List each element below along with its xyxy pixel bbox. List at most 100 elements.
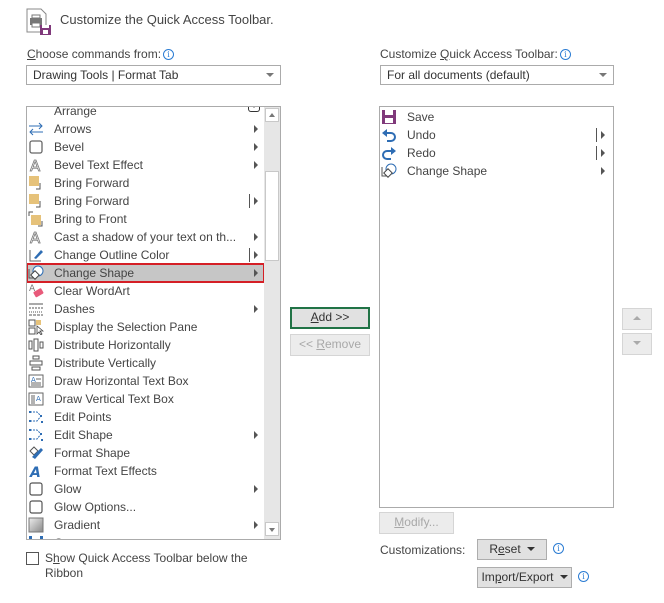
- change-shape-icon: [28, 265, 44, 281]
- save-icon: [381, 109, 397, 125]
- vertical-text-box-icon: A: [28, 391, 44, 407]
- import-export-button[interactable]: Import/Export: [477, 567, 572, 588]
- command-item[interactable]: Gradient: [27, 516, 264, 534]
- add-button-label: Add >>: [310, 310, 350, 324]
- command-item[interactable]: A Draw Vertical Text Box: [27, 390, 264, 408]
- command-item-label: Bevel: [54, 140, 85, 154]
- submenu-arrow-icon[interactable]: [254, 521, 258, 529]
- bring-to-front-icon: [28, 211, 44, 227]
- command-item[interactable]: Bevel: [27, 138, 264, 156]
- scroll-down-button[interactable]: [265, 522, 279, 536]
- command-item[interactable]: Bring to Front: [27, 210, 264, 228]
- command-item-label: Display the Selection Pane: [54, 320, 198, 334]
- submenu-arrow-icon[interactable]: [254, 143, 258, 151]
- command-item-label: Draw Vertical Text Box: [54, 392, 174, 406]
- split-divider: [249, 194, 250, 208]
- glow-options-icon: [28, 499, 44, 515]
- edit-points-icon: [28, 409, 44, 425]
- modify-button[interactable]: Modify...: [379, 512, 454, 534]
- move-up-button[interactable]: [622, 308, 652, 330]
- command-item[interactable]: Change Shape: [27, 263, 265, 283]
- submenu-arrow-icon[interactable]: [254, 485, 258, 493]
- triangle-up-icon: [269, 113, 275, 117]
- dropdown-glyph-icon[interactable]: [248, 107, 260, 112]
- command-item[interactable]: Edit Shape: [27, 426, 264, 444]
- toolbar-item[interactable]: Undo: [380, 126, 613, 144]
- submenu-arrow-icon[interactable]: [254, 269, 258, 277]
- command-item-label: Glow: [54, 482, 82, 496]
- reset-button[interactable]: Reset: [477, 539, 547, 560]
- svg-text:A: A: [30, 229, 41, 245]
- command-item-label: Cast a shadow of your text on th...: [54, 230, 237, 244]
- remove-button[interactable]: << Remove: [290, 334, 370, 356]
- command-item[interactable]: Arrange: [27, 107, 264, 120]
- command-item[interactable]: Change Outline Color: [27, 246, 264, 264]
- split-divider: [596, 146, 597, 160]
- outline-color-icon: [28, 247, 44, 263]
- command-item[interactable]: Bring Forward: [27, 192, 264, 210]
- command-item[interactable]: A Cast a shadow of your text on th...: [27, 228, 264, 247]
- command-item-label: Bevel Text Effect: [54, 158, 143, 172]
- command-item[interactable]: Glow: [27, 480, 264, 498]
- show-below-ribbon-label[interactable]: Show Quick Access Toolbar below the Ribb…: [45, 551, 265, 581]
- command-item[interactable]: Distribute Vertically: [27, 354, 264, 372]
- command-item-label: Format Shape: [54, 446, 131, 460]
- submenu-arrow-icon[interactable]: [254, 251, 258, 259]
- command-item[interactable]: Distribute Horizontally: [27, 336, 264, 354]
- toolbar-item[interactable]: Redo: [380, 144, 613, 162]
- edit-shape-icon: [28, 427, 44, 443]
- commands-list-scrollbar[interactable]: [264, 107, 280, 539]
- command-item-label: Draw Horizontal Text Box: [54, 374, 189, 388]
- submenu-arrow-icon[interactable]: [254, 233, 258, 241]
- command-item[interactable]: Edit Points: [27, 408, 264, 426]
- toolbar-item[interactable]: Save: [380, 108, 613, 126]
- submenu-arrow-icon[interactable]: [254, 125, 258, 133]
- arrows-icon: [28, 121, 44, 137]
- show-below-ribbon-checkbox[interactable]: [26, 552, 39, 565]
- command-item-label: Arrows: [54, 122, 92, 136]
- toolbar-item-label: Redo: [407, 146, 436, 160]
- scroll-up-button[interactable]: [265, 108, 279, 122]
- command-item[interactable]: Dashes: [27, 300, 264, 318]
- submenu-arrow-icon[interactable]: [254, 197, 258, 205]
- info-icon[interactable]: i: [553, 543, 564, 554]
- toolbar-item-label: Save: [407, 110, 435, 124]
- command-item[interactable]: Gr...: [27, 534, 264, 539]
- submenu-arrow-icon[interactable]: [254, 161, 258, 169]
- move-down-button[interactable]: [622, 333, 652, 355]
- submenu-arrow-icon[interactable]: [254, 305, 258, 313]
- customize-qat-icon: [26, 8, 54, 36]
- bring-forward-icon: [28, 193, 44, 209]
- command-item[interactable]: Arrows: [27, 120, 264, 138]
- command-item[interactable]: A Format Text Effects: [27, 462, 264, 481]
- command-item[interactable]: A Bevel Text Effect: [27, 156, 264, 175]
- submenu-arrow-icon[interactable]: [601, 149, 605, 157]
- toolbar-items-list[interactable]: Save Undo Redo Change Shape: [379, 106, 614, 508]
- choose-commands-dropdown[interactable]: Drawing Tools | Format Tab: [26, 65, 281, 85]
- eraser-icon: A: [28, 283, 44, 299]
- command-item[interactable]: A Draw Horizontal Text Box: [27, 372, 264, 390]
- add-button[interactable]: Add >>: [290, 307, 370, 329]
- dialog-title: Customize the Quick Access Toolbar.: [60, 12, 274, 27]
- info-icon[interactable]: i: [578, 571, 589, 582]
- command-item[interactable]: Bring Forward: [27, 174, 264, 192]
- toolbar-item[interactable]: Change Shape: [380, 162, 613, 180]
- svg-text:A: A: [29, 465, 41, 479]
- customize-qat-dropdown[interactable]: For all documents (default): [380, 65, 614, 85]
- command-item-label: Edit Shape: [54, 428, 113, 442]
- info-icon[interactable]: i: [163, 49, 175, 60]
- move-down-icon: [633, 341, 641, 345]
- command-item-label: Glow Options...: [54, 500, 137, 514]
- scroll-thumb[interactable]: [265, 171, 279, 261]
- commands-list[interactable]: Gr... Gradient Glow Options... Glow A Format …: [26, 106, 281, 540]
- command-item[interactable]: Glow Options...: [27, 498, 264, 516]
- info-icon[interactable]: i: [559, 49, 571, 60]
- submenu-arrow-icon[interactable]: [601, 167, 605, 175]
- customize-qat-label: Customize Quick Access Toolbar: i: [380, 47, 571, 61]
- submenu-arrow-icon[interactable]: [601, 131, 605, 139]
- distribute-horizontal-icon: [28, 337, 44, 353]
- command-item[interactable]: Format Shape: [27, 444, 264, 462]
- command-item[interactable]: Display the Selection Pane: [27, 318, 264, 336]
- submenu-arrow-icon[interactable]: [254, 431, 258, 439]
- command-item[interactable]: A Clear WordArt: [27, 282, 264, 300]
